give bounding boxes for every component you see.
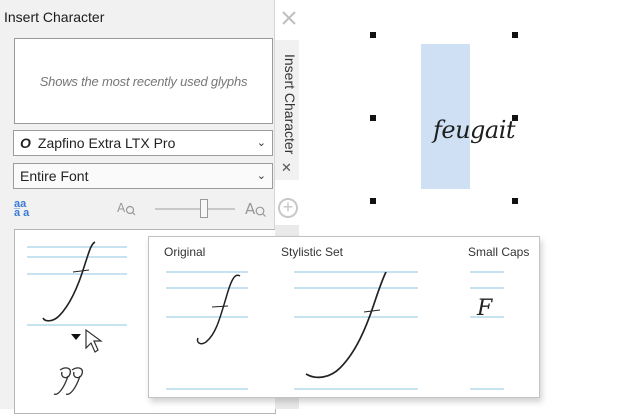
svg-text:A: A xyxy=(245,200,256,218)
alternate-label-small-caps: Small Caps xyxy=(468,245,530,259)
close-icon[interactable]: ✕ xyxy=(281,160,292,176)
selection-handle[interactable] xyxy=(512,198,518,204)
range-label: Entire Font xyxy=(20,168,89,184)
alternate-glyph-small-caps[interactable]: F xyxy=(466,262,508,396)
zoom-out-icon[interactable]: A xyxy=(117,200,137,216)
glyph-cell-gg[interactable] xyxy=(50,360,90,400)
pointer-cursor-icon xyxy=(85,328,103,353)
font-dropdown[interactable]: O Zapfino Extra LTX Pro ⌄ xyxy=(13,130,273,156)
canvas-artistic-text[interactable]: feugait xyxy=(433,116,516,144)
selection-handle[interactable] xyxy=(370,115,376,121)
alternate-glyph-original[interactable] xyxy=(160,262,256,396)
alternate-label-stylistic-set: Stylistic Set xyxy=(281,245,344,259)
selection-handle[interactable] xyxy=(370,198,376,204)
selection-handle[interactable] xyxy=(370,32,376,38)
recent-glyphs-area: Shows the most recently used glyphs xyxy=(14,38,273,124)
chevron-down-icon: ⌄ xyxy=(256,137,266,149)
close-icon[interactable] xyxy=(280,9,298,27)
svg-text:A: A xyxy=(117,201,126,215)
zoom-in-icon[interactable]: A xyxy=(245,200,267,218)
zoom-slider-thumb[interactable] xyxy=(200,199,208,218)
vertical-tab-label[interactable]: Insert Character xyxy=(282,54,298,154)
recent-glyphs-placeholder: Shows the most recently used glyphs xyxy=(39,73,248,89)
aa-case-icon[interactable]: a̲a a a xyxy=(14,199,29,219)
font-name: Zapfino Extra LTX Pro xyxy=(37,135,176,151)
alternate-glyph-stylistic-set[interactable] xyxy=(290,262,430,396)
font-type-icon: O xyxy=(20,135,31,151)
character-range-dropdown[interactable]: Entire Font ⌄ xyxy=(13,163,273,189)
chevron-down-icon: ⌄ xyxy=(256,170,266,182)
panel-title: Insert Character xyxy=(4,9,105,25)
selection-handle[interactable] xyxy=(512,32,518,38)
plus-circle-icon[interactable]: + xyxy=(278,198,298,218)
small-caps-glyph: F xyxy=(476,296,493,321)
alternate-label-original: Original xyxy=(164,245,206,259)
zoom-slider-track[interactable] xyxy=(155,208,235,210)
